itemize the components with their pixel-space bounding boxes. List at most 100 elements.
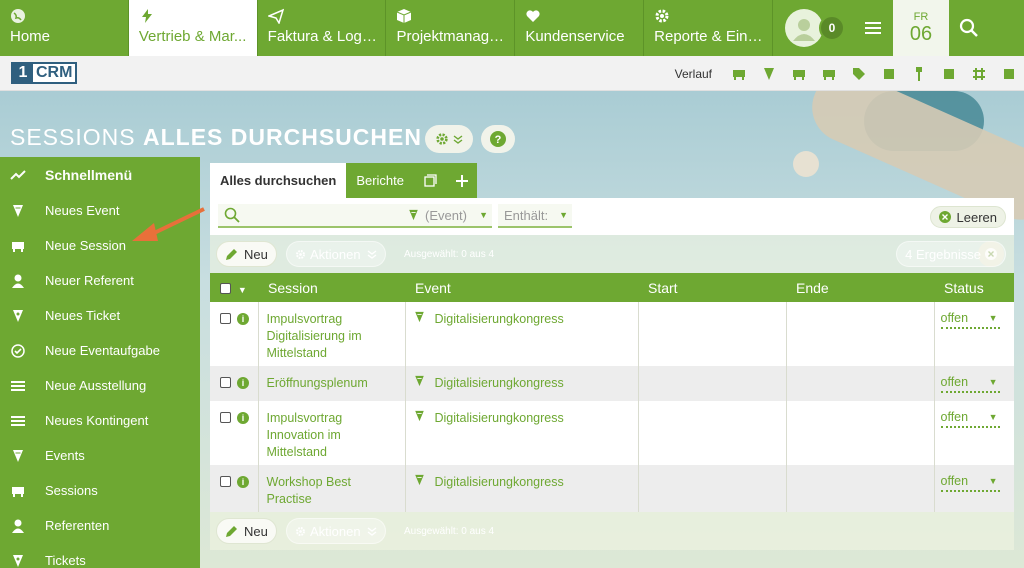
tab-search-all[interactable]: Alles durchsuchen — [210, 163, 347, 198]
sidebar-item-tickets[interactable]: Tickets — [0, 543, 200, 568]
notification-badge[interactable]: 0 — [818, 15, 845, 41]
history-tag-icon[interactable] — [844, 64, 874, 84]
event-link[interactable]: Digitalisierungkongress — [435, 474, 564, 491]
table-row[interactable]: i Workshop Best Practise Digitalisierungko… — [210, 465, 1014, 512]
trending-icon — [10, 170, 26, 180]
select-all-checkbox[interactable] — [220, 283, 231, 295]
global-search-button[interactable] — [949, 0, 1024, 56]
info-icon[interactable]: i — [237, 312, 249, 325]
calendar-date[interactable]: FR 06 — [892, 0, 949, 56]
history-session-icon[interactable] — [784, 64, 814, 84]
nav-tab-project-management[interactable]: Projektmanage... — [386, 0, 516, 56]
row-checkbox[interactable] — [220, 313, 231, 325]
history-square-icon[interactable] — [994, 64, 1024, 84]
history-square-icon[interactable] — [874, 64, 904, 84]
avatar[interactable] — [784, 9, 823, 47]
table-row[interactable]: i Impulsvortrag Innovation im Mittelstand… — [210, 401, 1014, 465]
caret-down-icon[interactable]: ▼ — [238, 285, 247, 295]
session-link[interactable]: Impulsvortrag Innovation im Mittelstand — [267, 410, 385, 461]
chevron-down-icon — [367, 250, 377, 259]
sidebar-item-neues-ticket[interactable]: Neues Ticket — [0, 298, 200, 333]
filter-bar: (Event) ▼ Enthält: ▼ Leeren — [210, 198, 1014, 235]
history-hash-icon[interactable] — [964, 64, 994, 84]
nav-tab-label: Vertrieb & Mar... — [138, 28, 247, 45]
sidebar-item-label: Neues Event — [45, 203, 120, 218]
session-link[interactable]: Eröffnungsplenum — [267, 375, 385, 392]
select-all-header[interactable]: ▼ — [210, 273, 258, 302]
new-button[interactable]: Neu — [216, 241, 277, 267]
nav-tab-reports-settings[interactable]: Reporte & Eins... — [644, 0, 773, 56]
sidebar-item-neue-eventaufgabe[interactable]: Neue Eventaufgabe — [0, 333, 200, 368]
event-link[interactable]: Digitalisierungkongress — [435, 410, 564, 427]
history-event-icon[interactable] — [754, 64, 784, 84]
row-checkbox[interactable] — [220, 412, 231, 424]
session-link[interactable]: Workshop Best Practise — [267, 474, 385, 508]
event-cell: Digitalisierungkongress — [405, 401, 639, 465]
app-logo[interactable]: 1 CRM — [11, 62, 78, 84]
sidebar-item-label: Events — [45, 448, 85, 463]
ticket-icon — [10, 308, 26, 324]
event-icon — [409, 209, 418, 221]
nav-tab-billing-logistics[interactable]: Faktura & Logis... — [258, 0, 387, 56]
sidebar-item-label: Sessions — [45, 483, 98, 498]
sidebar-item-referenten[interactable]: Referenten — [0, 508, 200, 543]
status-dropdown[interactable]: offen ▼ — [940, 311, 1000, 329]
hamburger-menu-icon[interactable] — [863, 21, 883, 35]
sidebar-item-events[interactable]: Events — [0, 438, 200, 473]
history-session-icon[interactable] — [724, 64, 754, 84]
sidebar-item-neues-kontingent[interactable]: Neues Kontingent — [0, 403, 200, 438]
paper-plane-icon — [267, 8, 284, 24]
clear-filter-button[interactable]: Leeren — [929, 206, 1006, 228]
gear-icon — [296, 249, 305, 259]
table-row[interactable]: i Impulsvortrag Digitalisierung im Mittel… — [210, 302, 1014, 366]
history-session-icon[interactable] — [814, 64, 844, 84]
info-icon[interactable]: i — [237, 411, 249, 424]
actions-dropdown[interactable]: Aktionen — [286, 241, 386, 267]
table-row[interactable]: i Eröffnungsplenum Digitalisierungkongress… — [210, 366, 1014, 401]
help-button[interactable]: ? — [481, 125, 515, 153]
tab-add[interactable] — [447, 163, 478, 198]
nav-tab-sales-marketing[interactable]: Vertrieb & Mar... — [128, 0, 258, 56]
sidebar-header-label: Schnellmenü — [45, 167, 133, 183]
history-square-icon[interactable] — [934, 64, 964, 84]
status-dropdown[interactable]: offen ▼ — [940, 410, 1000, 428]
column-header-event[interactable]: Event — [405, 273, 638, 302]
info-icon[interactable]: i — [237, 376, 249, 389]
column-header-status[interactable]: Status — [934, 273, 1014, 302]
nav-tab-home[interactable]: Home — [0, 0, 129, 56]
settings-dropdown-button[interactable] — [425, 125, 473, 153]
contains-filter-select[interactable]: Enthält: ▼ — [498, 204, 572, 228]
column-header-session[interactable]: Session — [258, 273, 405, 302]
event-cell: Digitalisierungkongress — [405, 302, 639, 366]
status-dropdown[interactable]: offen ▼ — [940, 375, 1000, 393]
nav-right-area: 0 FR 06 — [773, 0, 1024, 56]
results-count-button[interactable]: 4 Ergebnisse — [896, 241, 1006, 267]
sidebar-item-sessions[interactable]: Sessions — [0, 473, 200, 508]
event-filter-select[interactable]: (Event) ▼ — [402, 204, 492, 228]
event-link[interactable]: Digitalisierungkongress — [435, 375, 564, 392]
sidebar-item-neuer-referent[interactable]: Neuer Referent — [0, 263, 200, 298]
tab-open-window[interactable] — [414, 163, 448, 198]
info-icon[interactable]: i — [237, 475, 249, 488]
status-value: offen — [940, 474, 969, 488]
history-pin-icon[interactable] — [904, 64, 934, 84]
actions-dropdown[interactable]: Aktionen — [286, 518, 386, 544]
status-dropdown[interactable]: offen ▼ — [940, 474, 1000, 492]
sidebar-item-neue-ausstellung[interactable]: Neue Ausstellung — [0, 368, 200, 403]
copy-window-icon — [424, 174, 437, 187]
event-link[interactable]: Digitalisierungkongress — [435, 311, 564, 328]
column-header-end[interactable]: Ende — [786, 273, 934, 302]
chevron-down-icon — [453, 135, 463, 144]
tab-reports[interactable]: Berichte — [346, 163, 415, 198]
search-input[interactable] — [218, 204, 405, 228]
new-button[interactable]: Neu — [216, 518, 277, 544]
row-checkbox[interactable] — [220, 476, 231, 488]
start-cell — [638, 465, 787, 512]
row-checkbox[interactable] — [220, 377, 231, 389]
nav-tab-customer-service[interactable]: Kundenservice — [515, 0, 645, 56]
user-menu[interactable]: 0 — [773, 0, 893, 56]
column-header-start[interactable]: Start — [638, 273, 786, 302]
session-link[interactable]: Impulsvortrag Digitalisierung im Mittels… — [267, 311, 385, 362]
top-navigation: Home Vertrieb & Mar... Faktura & Logis..… — [0, 0, 1024, 56]
start-cell — [638, 366, 787, 401]
